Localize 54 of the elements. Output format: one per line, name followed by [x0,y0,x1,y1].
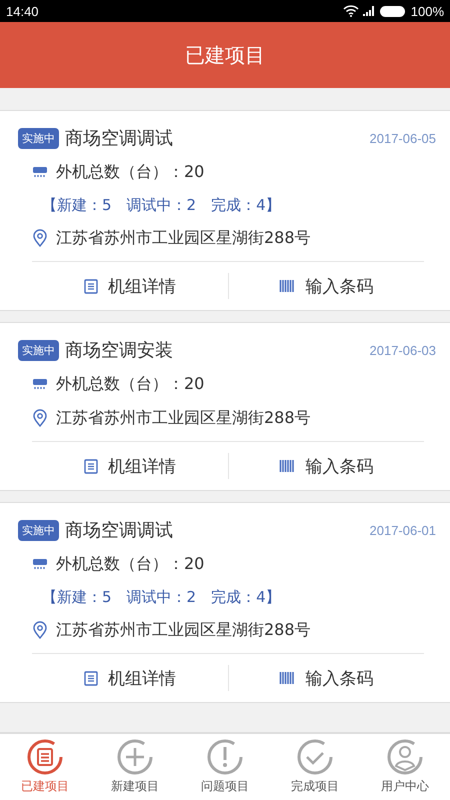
unit-details-button[interactable]: 机组详情 [32,262,228,310]
tab-item[interactable]: 问题项目 [180,734,270,800]
page-title: 已建项目 [185,42,265,68]
user-icon [387,739,423,775]
project-date: 2017-06-03 [370,342,436,358]
wifi-icon [342,5,359,17]
address: 江苏省苏州市工业园区星湖街288号 [56,408,311,428]
project-card[interactable]: 实施中 商场空调安装 2017-06-03 外机总数（台）：20 江苏省苏州市工业园区星湖街288号 机组详情 输入条码 [0,322,450,491]
plus-icon [117,739,153,775]
air-conditioner-icon [32,378,48,390]
project-date: 2017-06-01 [370,522,436,538]
status-counts: 【新建：5 调试中：2 完成：4】 [41,194,282,216]
project-name: 商场空调调试 [65,127,174,150]
address: 江苏省苏州市工业园区星湖街288号 [56,620,311,640]
tab-item[interactable]: 用户中心 [360,734,450,800]
signal-icon [362,6,375,16]
tab-item[interactable]: 完成项目 [270,734,360,800]
clock: 14:40 [6,4,39,18]
list-icon [84,670,98,686]
enter-barcode-button[interactable]: 输入条码 [228,654,424,702]
check-icon [297,739,333,775]
status-badge: 实施中 [18,340,59,360]
document-icon [27,739,63,775]
barcode-icon [279,671,296,685]
project-name: 商场空调调试 [65,519,174,542]
address: 江苏省苏州市工业园区星湖街288号 [56,228,311,248]
unit-count: 外机总数（台）：20 [56,374,204,394]
battery-icon [378,4,407,18]
air-conditioner-icon [32,558,48,570]
barcode-icon [279,279,296,293]
status-badge: 实施中 [18,128,59,148]
unit-details-button[interactable]: 机组详情 [32,654,228,702]
project-date: 2017-06-05 [370,130,436,146]
location-pin-icon [32,409,48,427]
project-card[interactable]: 实施中 商场空调调试 2017-06-01 外机总数（台）：20 【新建：5 调试中：2 完成：4】 江苏省苏州市工业园区星湖街288号 机组详情 输入条码 [0,502,450,703]
tab-item[interactable]: 新建项目 [90,734,180,800]
status-counts: 【新建：5 调试中：2 完成：4】 [41,586,282,608]
project-card[interactable]: 实施中 商场空调调试 2017-06-05 外机总数（台）：20 【新建：5 调试中：2 完成：4】 江苏省苏州市工业园区星湖街288号 机组详情 输入条码 [0,110,450,311]
project-name: 商场空调安装 [65,339,174,362]
status-badge: 实施中 [18,520,59,540]
location-pin-icon [32,621,48,639]
tab-item[interactable]: 已建项目 [0,734,90,800]
enter-barcode-button[interactable]: 输入条码 [228,442,424,490]
list-icon [84,278,98,294]
alert-icon [207,739,243,775]
unit-count: 外机总数（台）：20 [56,554,204,574]
battery-level: 100% [410,4,444,18]
barcode-icon [279,459,296,473]
air-conditioner-icon [32,166,48,178]
list-icon [84,458,98,474]
unit-details-button[interactable]: 机组详情 [32,442,228,490]
location-pin-icon [32,229,48,247]
enter-barcode-button[interactable]: 输入条码 [228,262,424,310]
unit-count: 外机总数（台）：20 [56,162,204,182]
